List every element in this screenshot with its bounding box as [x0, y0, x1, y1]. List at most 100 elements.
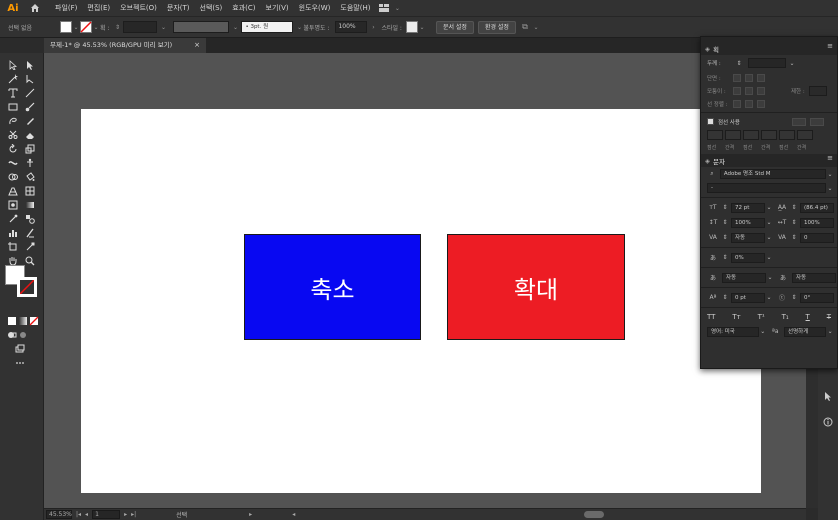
profile-dropdown-icon[interactable]: ⌄ — [231, 24, 239, 31]
menu-window[interactable]: 윈도우(W) — [294, 3, 336, 13]
aki-left-field[interactable]: 자동 — [722, 272, 766, 283]
font-style-field[interactable]: - — [707, 183, 827, 193]
artboard[interactable] — [81, 109, 761, 493]
arrange-dropdown-icon[interactable]: ⌄ — [532, 24, 540, 31]
subscript-icon[interactable]: T₁ — [782, 313, 789, 321]
perspective-grid-tool-icon[interactable] — [7, 185, 19, 197]
scissors-tool-icon[interactable] — [7, 129, 19, 141]
style-dropdown-icon[interactable]: ⌄ — [418, 24, 426, 31]
kerning-field[interactable]: 자동 — [731, 232, 765, 243]
dash-field-1[interactable] — [707, 130, 723, 140]
align-center-icon[interactable] — [733, 99, 741, 108]
language-dropdown-icon[interactable]: ⌄ — [759, 328, 767, 335]
stroke-weight-dropdown-icon[interactable]: ⌄ — [159, 24, 167, 31]
width-tool-icon[interactable] — [7, 157, 19, 169]
more-tools-icon[interactable] — [14, 357, 26, 369]
leading-stepper-icon[interactable]: ⇕ — [791, 204, 797, 211]
document-setup-button[interactable]: 문서 설정 — [435, 20, 474, 34]
scale-tool-icon[interactable] — [24, 143, 36, 155]
limit-input[interactable] — [808, 85, 827, 96]
arrange-icon[interactable]: ⧉ — [518, 22, 532, 32]
shaper-tool-icon[interactable] — [7, 115, 19, 127]
fill-swatch[interactable] — [60, 21, 72, 33]
fill-dropdown-icon[interactable]: ⌄ — [72, 24, 80, 31]
workspace-switcher-icon[interactable] — [375, 0, 393, 16]
type-tool-icon[interactable] — [7, 87, 19, 99]
font-search-icon[interactable]: ⌕ — [707, 170, 717, 178]
stroke-weight-dropdown-icon[interactable]: ⌄ — [786, 60, 798, 67]
stroke-color-box[interactable] — [17, 277, 37, 297]
paintbrush-tool-icon[interactable] — [24, 101, 36, 113]
stroke-weight-stepper-icon[interactable]: ⇕ — [733, 60, 745, 67]
artboard-tool-icon[interactable] — [7, 241, 19, 253]
mesh-tool-icon[interactable] — [24, 185, 36, 197]
font-size-field[interactable]: 72 pt — [731, 202, 765, 213]
next-page-icon[interactable]: ▸ — [124, 511, 127, 518]
last-page-icon[interactable]: ▸| — [131, 511, 136, 518]
stroke-swatch[interactable] — [80, 21, 92, 33]
bevel-join-icon[interactable] — [757, 86, 765, 95]
stroke-weight-input[interactable] — [748, 58, 786, 68]
horizontal-scroll-thumb[interactable] — [584, 511, 604, 518]
font-size-dropdown-icon[interactable]: ⌄ — [765, 204, 773, 211]
info-panel-icon[interactable] — [822, 416, 834, 428]
strikethrough-icon[interactable]: T — [827, 313, 831, 321]
baseline-shift-field[interactable]: 0 pt — [731, 292, 765, 303]
dash-preserve-icon[interactable] — [792, 117, 806, 126]
kerning-dropdown-icon[interactable]: ⌄ — [765, 234, 773, 241]
column-graph-tool-icon[interactable] — [7, 227, 19, 239]
close-icon[interactable]: × — [194, 38, 200, 53]
navigator-panel-icon[interactable] — [822, 390, 834, 402]
direct-selection-tool-icon[interactable] — [24, 59, 36, 71]
magic-wand-tool-icon[interactable] — [7, 73, 19, 85]
stroke-dropdown-icon[interactable]: ⌄ — [92, 24, 100, 31]
character-collapse-icon[interactable]: ◈ — [705, 157, 710, 165]
small-caps-icon[interactable]: Tт — [732, 313, 740, 321]
tsume-stepper-icon[interactable]: ⇕ — [722, 254, 728, 261]
all-caps-icon[interactable]: TT — [707, 313, 715, 321]
stroke-weight-field[interactable] — [123, 21, 158, 33]
font-family-field[interactable]: Adobe 명조 Std M — [719, 169, 827, 179]
stroke-panel-header[interactable]: ◈ 획 ≡ — [701, 42, 837, 55]
style-swatch[interactable] — [405, 21, 418, 33]
puppet-warp-tool-icon[interactable] — [24, 157, 36, 169]
menu-effect[interactable]: 효과(C) — [227, 3, 260, 13]
aki-left-dropdown-icon[interactable]: ⌄ — [766, 274, 774, 281]
preferences-button[interactable]: 환경 설정 — [477, 20, 516, 34]
baseline-stepper-icon[interactable]: ⇕ — [722, 294, 728, 301]
chevron-down-icon[interactable]: ⌄ — [393, 5, 401, 12]
status-arrow-icon[interactable]: ▸ — [249, 511, 252, 518]
line-tool-icon[interactable] — [24, 87, 36, 99]
projecting-cap-icon[interactable] — [757, 73, 765, 82]
font-style-dropdown-icon[interactable]: ⌄ — [826, 185, 834, 192]
screen-mode-icon[interactable] — [14, 343, 26, 355]
baseline-dropdown-icon[interactable]: ⌄ — [765, 294, 773, 301]
horizontal-scale-stepper-icon[interactable]: ⇕ — [791, 219, 797, 226]
vertical-scale-field[interactable]: 100% — [731, 217, 765, 228]
character-panel-header[interactable]: ◈ 문자 ≡ — [701, 154, 837, 167]
eraser-tool-icon[interactable] — [24, 129, 36, 141]
eyedropper-alt-icon[interactable] — [24, 241, 36, 253]
pencil-tool-icon[interactable] — [24, 115, 36, 127]
shrink-button-shape[interactable]: 축소 — [244, 234, 421, 340]
selection-tool-icon[interactable] — [7, 59, 19, 71]
menu-type[interactable]: 문자(T) — [162, 3, 195, 13]
vertical-scale-dropdown-icon[interactable]: ⌄ — [765, 219, 773, 226]
rotate-tool-icon[interactable] — [7, 143, 19, 155]
tracking-field[interactable]: 0 — [800, 232, 834, 243]
rotation-stepper-icon[interactable]: ⇕ — [791, 294, 797, 301]
symbol-sprayer-tool-icon[interactable] — [7, 199, 19, 211]
vertical-scale-stepper-icon[interactable]: ⇕ — [722, 219, 728, 226]
kerning-stepper-icon[interactable]: ⇕ — [722, 234, 728, 241]
zoom-field[interactable]: 45.53% — [46, 510, 72, 519]
dash-field-2[interactable] — [743, 130, 759, 140]
font-size-stepper-icon[interactable]: ⇕ — [722, 204, 728, 211]
superscript-icon[interactable]: T¹ — [758, 313, 765, 321]
opacity-label[interactable]: 불투명도 : — [303, 23, 329, 32]
dashed-line-checkbox[interactable] — [707, 118, 714, 125]
brush-dropdown-icon[interactable]: ⌄ — [295, 24, 303, 31]
live-paint-bucket-tool-icon[interactable] — [24, 171, 36, 183]
leading-field[interactable]: (86.4 pt) — [800, 202, 834, 213]
round-cap-icon[interactable] — [745, 73, 753, 82]
blend-tool-icon[interactable] — [24, 213, 36, 225]
